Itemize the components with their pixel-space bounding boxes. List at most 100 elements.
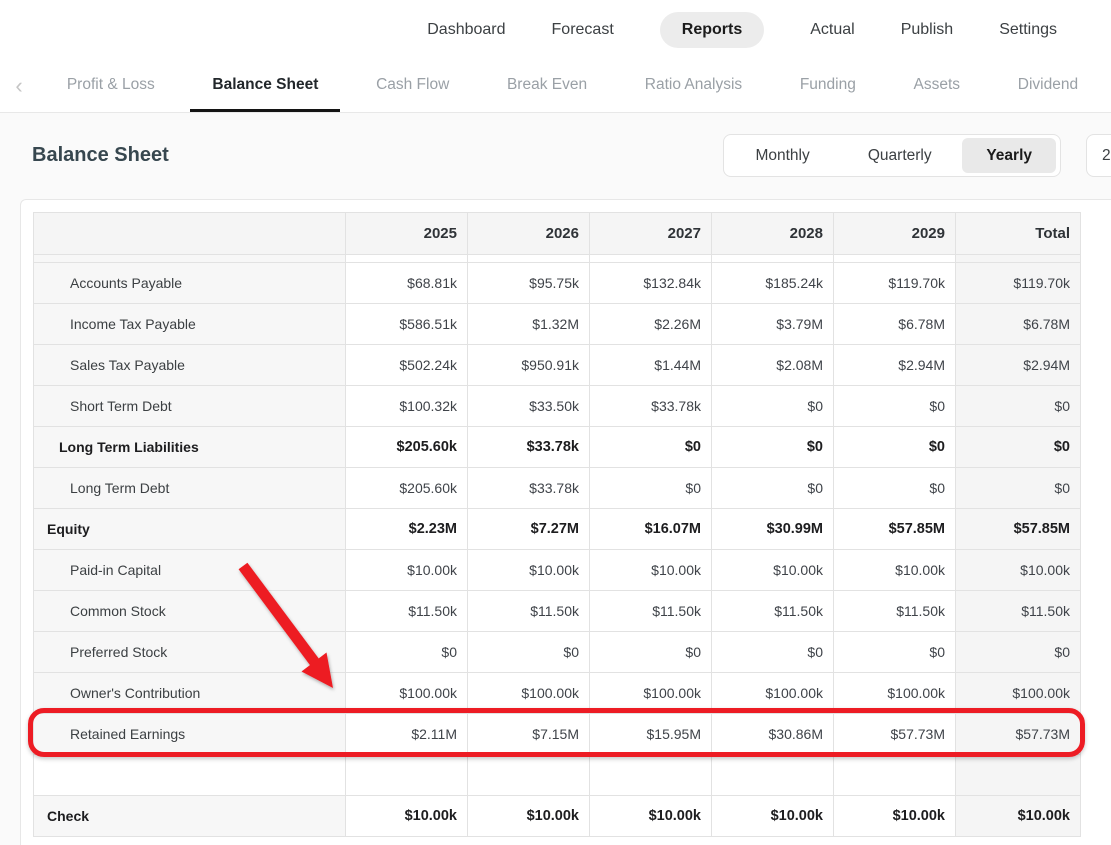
cell-value: $586.51k bbox=[345, 303, 468, 345]
cell-value: $100.00k bbox=[589, 672, 712, 714]
cell-value: $10.00k bbox=[345, 549, 468, 591]
row-label bbox=[33, 754, 346, 796]
tab-ratio-analysis[interactable]: Ratio Analysis bbox=[623, 60, 764, 112]
cell-value: $10.00k bbox=[833, 795, 956, 837]
cell-value: $10.00k bbox=[955, 795, 1081, 837]
tab-cash-flow[interactable]: Cash Flow bbox=[354, 60, 471, 112]
nav-item-publish[interactable]: Publish bbox=[901, 21, 953, 39]
header-label-cell bbox=[33, 212, 346, 255]
cell-value: $100.32k bbox=[345, 385, 468, 427]
cell-value: $57.73M bbox=[833, 713, 956, 755]
tab-dividend[interactable]: Dividend bbox=[996, 60, 1100, 112]
row-label: Short Term Debt bbox=[33, 385, 346, 427]
tab-balance-sheet[interactable]: Balance Sheet bbox=[190, 60, 341, 112]
header-year-cell: 2029 bbox=[833, 212, 956, 255]
cell-value: $0 bbox=[711, 467, 834, 509]
chevron-left-icon[interactable]: ‹ bbox=[0, 60, 38, 112]
cell-value bbox=[711, 754, 834, 796]
table-body: Accounts Payable $68.81k $95.75k $132.84k $1… bbox=[33, 254, 1081, 837]
cell-value: $1.32M bbox=[467, 303, 590, 345]
top-navigation: Dashboard Forecast Reports Actual Publis… bbox=[0, 0, 1111, 60]
cell-value: $0 bbox=[833, 467, 956, 509]
cell-value: $10.00k bbox=[711, 795, 834, 837]
cell-value: $2.11M bbox=[345, 713, 468, 755]
balance-sheet-card: 2025 2026 2027 2028 2029 Total Accounts Payab… bbox=[20, 199, 1111, 845]
nav-item-dashboard[interactable]: Dashboard bbox=[427, 21, 505, 39]
clipped-spacer-row bbox=[33, 254, 1081, 263]
tab-funding[interactable]: Funding bbox=[778, 60, 878, 112]
table-row: Check $10.00k $10.00k $10.00k $10.00k $10.00k… bbox=[33, 795, 1081, 837]
table-row bbox=[33, 754, 1081, 796]
cell-value: $7.27M bbox=[467, 508, 590, 550]
nav-item-actual[interactable]: Actual bbox=[810, 21, 854, 39]
nav-item-forecast[interactable]: Forecast bbox=[552, 21, 614, 39]
toggle-monthly[interactable]: Monthly bbox=[724, 135, 841, 176]
row-label: Accounts Payable bbox=[33, 262, 346, 304]
balance-sheet-table: 2025 2026 2027 2028 2029 Total Accounts Payab… bbox=[33, 212, 1081, 837]
cell-value: $100.00k bbox=[833, 672, 956, 714]
table-row: Preferred Stock $0 $0 $0 $0 $0 $0 bbox=[33, 631, 1081, 673]
cell-value bbox=[955, 754, 1081, 796]
cell-value: $10.00k bbox=[345, 795, 468, 837]
cell-value: $205.60k bbox=[345, 426, 468, 468]
cell-value: $2.94M bbox=[955, 344, 1081, 386]
spacer-cell bbox=[833, 254, 956, 263]
cell-value: $132.84k bbox=[589, 262, 712, 304]
header-year-cell: 2027 bbox=[589, 212, 712, 255]
year-range-selector[interactable]: 20 bbox=[1086, 134, 1111, 177]
spacer-cell bbox=[955, 254, 1081, 263]
report-tab-bar: ‹ Profit & Loss Balance Sheet Cash Flow … bbox=[0, 60, 1111, 113]
cell-value: $33.50k bbox=[467, 385, 590, 427]
cell-value: $0 bbox=[955, 467, 1081, 509]
spacer-cell bbox=[711, 254, 834, 263]
table-row: Short Term Debt $100.32k $33.50k $33.78k $0 $… bbox=[33, 385, 1081, 427]
cell-value: $2.26M bbox=[589, 303, 712, 345]
cell-value: $100.00k bbox=[955, 672, 1081, 714]
cell-value: $0 bbox=[711, 385, 834, 427]
row-label: Long Term Debt bbox=[33, 467, 346, 509]
cell-value: $11.50k bbox=[955, 590, 1081, 632]
tab-break-even[interactable]: Break Even bbox=[485, 60, 609, 112]
cell-value: $0 bbox=[711, 426, 834, 468]
toggle-quarterly[interactable]: Quarterly bbox=[841, 135, 958, 176]
period-toggle: Monthly Quarterly Yearly bbox=[723, 134, 1061, 177]
row-label: Long Term Liabilities bbox=[33, 426, 346, 468]
nav-item-reports[interactable]: Reports bbox=[659, 12, 765, 48]
cell-value bbox=[833, 754, 956, 796]
cell-value: $2.08M bbox=[711, 344, 834, 386]
cell-value: $10.00k bbox=[955, 549, 1081, 591]
cell-value: $11.50k bbox=[833, 590, 956, 632]
cell-value: $11.50k bbox=[589, 590, 712, 632]
cell-value: $57.85M bbox=[833, 508, 956, 550]
table-row: Common Stock $11.50k $11.50k $11.50k $11.50k… bbox=[33, 590, 1081, 632]
header-year-cell: 2028 bbox=[711, 212, 834, 255]
row-label: Paid-in Capital bbox=[33, 549, 346, 591]
header-row: 2025 2026 2027 2028 2029 Total bbox=[33, 212, 1081, 255]
tab-profit-loss[interactable]: Profit & Loss bbox=[45, 60, 177, 112]
cell-value: $950.91k bbox=[467, 344, 590, 386]
cell-value: $0 bbox=[345, 631, 468, 673]
cell-value: $57.85M bbox=[955, 508, 1081, 550]
row-label: Sales Tax Payable bbox=[33, 344, 346, 386]
cell-value: $0 bbox=[589, 467, 712, 509]
row-label: Retained Earnings bbox=[33, 713, 346, 755]
cell-value: $6.78M bbox=[833, 303, 956, 345]
cell-value: $30.99M bbox=[711, 508, 834, 550]
cell-value: $2.94M bbox=[833, 344, 956, 386]
header-year-cell: 2025 bbox=[345, 212, 468, 255]
toggle-yearly[interactable]: Yearly bbox=[962, 138, 1056, 173]
spacer-cell bbox=[345, 254, 468, 263]
table-row: Paid-in Capital $10.00k $10.00k $10.00k $10.… bbox=[33, 549, 1081, 591]
row-label: Equity bbox=[33, 508, 346, 550]
tab-assets[interactable]: Assets bbox=[892, 60, 983, 112]
nav-item-settings[interactable]: Settings bbox=[999, 21, 1057, 39]
cell-value: $10.00k bbox=[467, 795, 590, 837]
spacer-cell bbox=[467, 254, 590, 263]
table-row: Long Term Debt $205.60k $33.78k $0 $0 $0 $0 bbox=[33, 467, 1081, 509]
cell-value: $119.70k bbox=[833, 262, 956, 304]
cell-value: $0 bbox=[711, 631, 834, 673]
cell-value: $100.00k bbox=[467, 672, 590, 714]
cell-value: $100.00k bbox=[345, 672, 468, 714]
cell-value: $0 bbox=[955, 426, 1081, 468]
table-row: Sales Tax Payable $502.24k $950.91k $1.44M $… bbox=[33, 344, 1081, 386]
